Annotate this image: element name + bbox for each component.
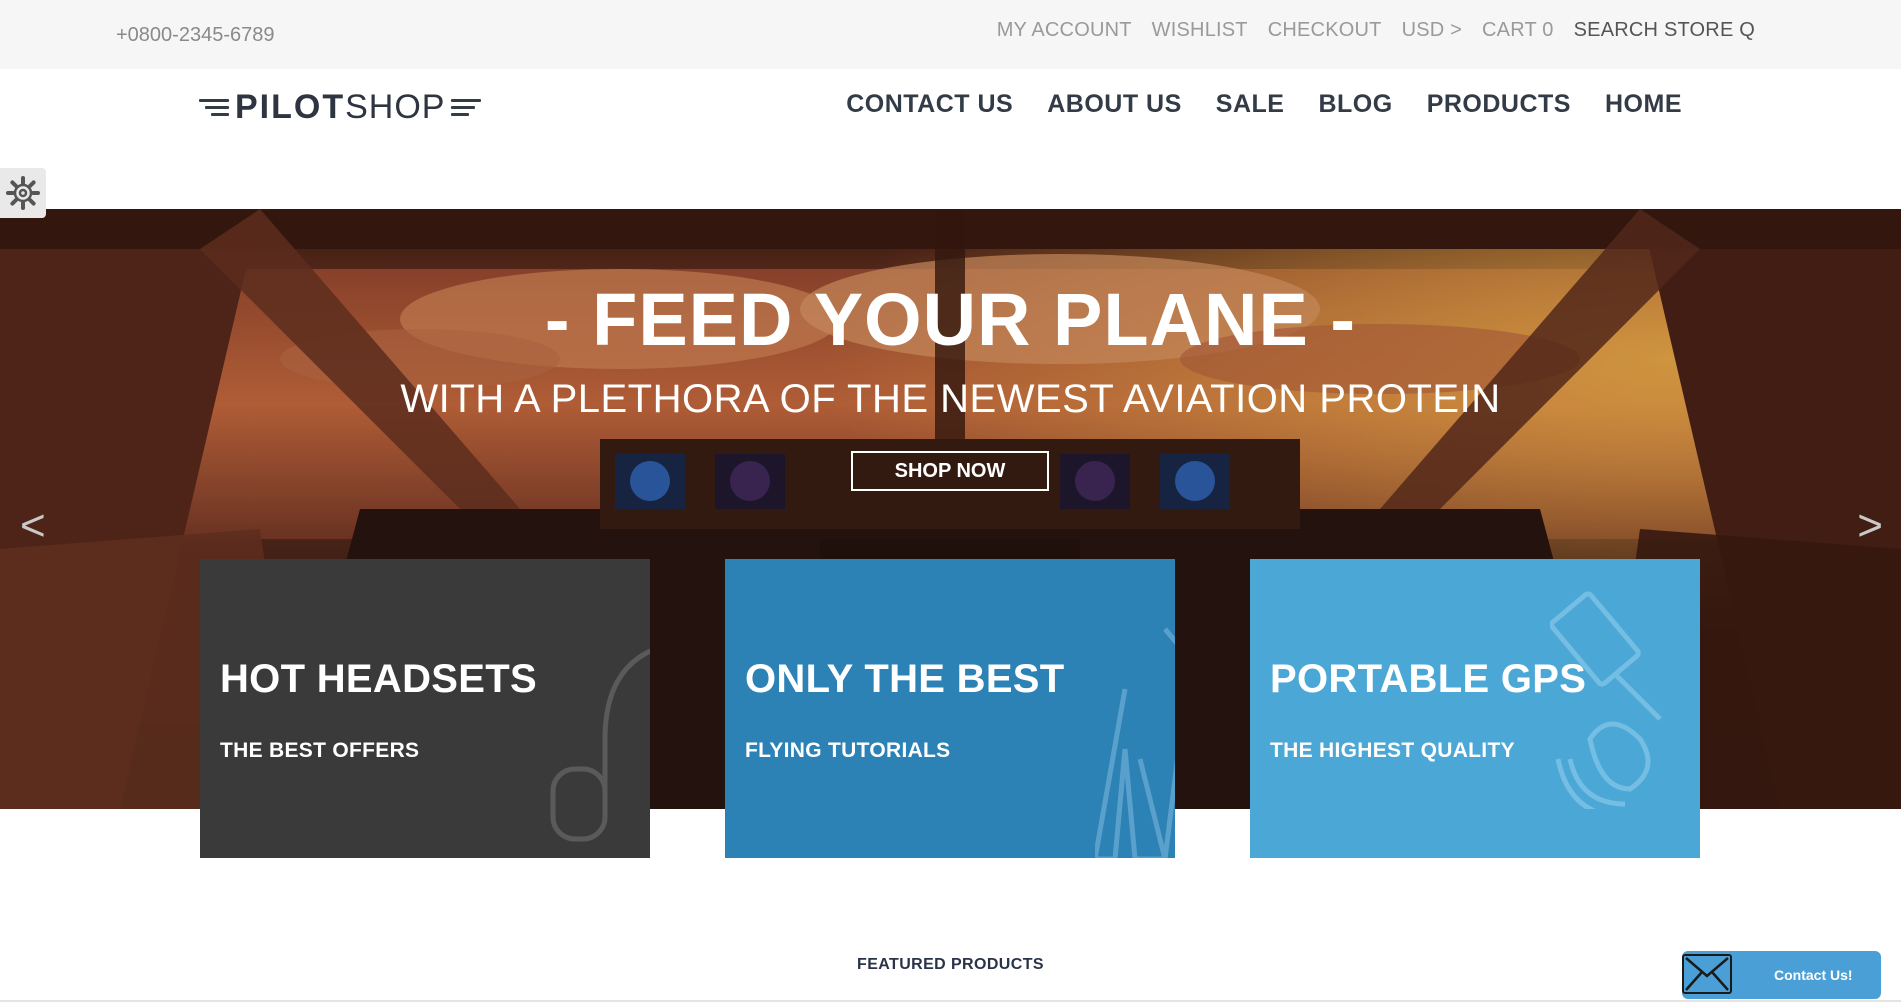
top-utility-bar: +0800-2345-6789 MY ACCOUNT WISHLIST CHEC…	[0, 0, 1901, 69]
checkout-link[interactable]: CHECKOUT	[1268, 19, 1382, 42]
tile-title: HOT HEADSETS	[220, 657, 537, 701]
tile-only-the-best[interactable]: ONLY THE BEST FLYING TUTORIALS	[725, 559, 1175, 858]
nav-contact-us[interactable]: CONTACT US	[846, 90, 1013, 119]
main-navigation: CONTACT US ABOUT US SALE BLOG PRODUCTS H…	[846, 90, 1682, 119]
shop-now-button[interactable]: SHOP NOW	[851, 451, 1049, 491]
currency-selector[interactable]: USD >	[1402, 19, 1462, 42]
section-divider	[0, 1000, 1901, 1002]
tile-title: PORTABLE GPS	[1270, 657, 1587, 701]
tile-hot-headsets[interactable]: HOT HEADSETS THE BEST OFFERS	[200, 559, 650, 858]
phone-number: +0800-2345-6789	[116, 24, 275, 46]
contact-widget-label: Contact Us!	[1774, 967, 1853, 983]
utility-links: MY ACCOUNT WISHLIST CHECKOUT USD > CART …	[997, 19, 1755, 42]
featured-products-heading: FEATURED PRODUCTS	[857, 956, 1044, 973]
wishlist-link[interactable]: WISHLIST	[1152, 19, 1248, 42]
nav-blog[interactable]: BLOG	[1318, 90, 1392, 119]
tile-title: ONLY THE BEST	[745, 657, 1065, 701]
carousel-next-arrow[interactable]: >	[1857, 501, 1883, 551]
pilot-jacket-icon	[1095, 627, 1175, 858]
carousel-prev-arrow[interactable]: <	[20, 501, 46, 551]
tile-portable-gps[interactable]: PORTABLE GPS THE HIGHEST QUALITY	[1250, 559, 1700, 858]
left-wing-icon	[199, 97, 229, 117]
site-logo[interactable]: PILOT SHOP	[199, 87, 482, 127]
nav-home[interactable]: HOME	[1605, 90, 1682, 119]
nav-products[interactable]: PRODUCTS	[1427, 90, 1571, 119]
hero-subtitle: WITH A PLETHORA OF THE NEWEST AVIATION P…	[400, 377, 1501, 421]
logo-text-bold: PILOT	[235, 87, 346, 126]
gear-icon	[6, 176, 40, 210]
tile-subtitle: FLYING TUTORIALS	[745, 739, 951, 762]
tile-subtitle: THE BEST OFFERS	[220, 739, 420, 762]
right-wing-icon	[451, 97, 482, 117]
nav-sale[interactable]: SALE	[1216, 90, 1285, 119]
headset-icon	[550, 648, 650, 842]
cart-link[interactable]: CART 0	[1482, 19, 1554, 42]
logo-text-light: SHOP	[345, 87, 446, 126]
tile-subtitle: THE HIGHEST QUALITY	[1270, 739, 1515, 762]
contact-us-widget[interactable]: Contact Us!	[1682, 951, 1881, 999]
hero-title: - FEED YOUR PLANE -	[544, 278, 1357, 361]
nav-about-us[interactable]: ABOUT US	[1047, 90, 1182, 119]
settings-gear-button[interactable]	[0, 168, 46, 218]
envelope-icon	[1682, 954, 1732, 994]
my-account-link[interactable]: MY ACCOUNT	[997, 19, 1132, 42]
search-store-link[interactable]: SEARCH STORE Q	[1574, 19, 1755, 42]
